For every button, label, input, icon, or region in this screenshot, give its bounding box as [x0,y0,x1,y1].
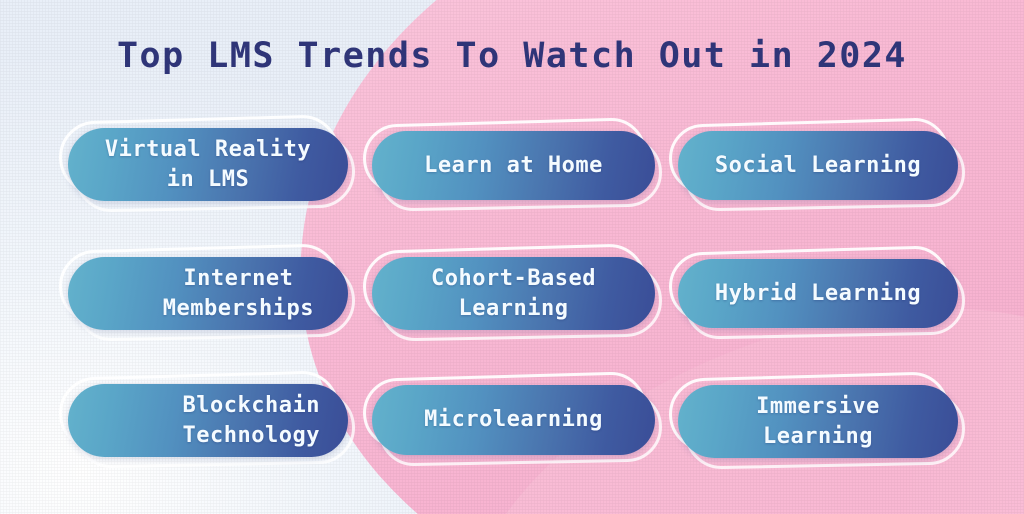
pill-body[interactable]: Cohort-Based Learning [372,257,655,330]
pill-body[interactable]: Virtual Reality in LMS [68,128,348,201]
pill-body[interactable]: Immersive Learning [678,385,958,458]
trend-label: Virtual Reality in LMS [104,137,312,192]
trend-card-blockchain-technology[interactable]: Blockchain Technology [58,370,356,469]
trend-card-learn-at-home[interactable]: Learn at Home [362,117,663,212]
trend-label: Hybrid Learning [714,280,922,306]
infographic-canvas: Top LMS Trends To Watch Out in 2024 Virt… [0,0,1024,514]
trend-label: Blockchain Technology [182,393,320,448]
trend-card-cohort-based-learning[interactable]: Cohort-Based Learning [362,243,663,342]
trend-label: Microlearning [424,407,603,433]
trend-card-immersive-learning[interactable]: Immersive Learning [668,371,966,470]
trend-card-social-learning[interactable]: Social Learning [668,117,966,212]
trend-label: Social Learning [714,152,922,178]
trend-card-hybrid-learning[interactable]: Hybrid Learning [668,245,966,340]
trend-card-virtual-reality-in-lms[interactable]: Virtual Reality in LMS [58,114,356,213]
pill-body[interactable]: Microlearning [372,385,655,455]
pill-body[interactable]: Social Learning [678,131,958,200]
trend-card-internet-memberships[interactable]: Internet Memberships [58,243,356,342]
pill-body[interactable]: Hybrid Learning [678,259,958,328]
pill-body[interactable]: Learn at Home [372,131,655,200]
pill-body[interactable]: Internet Memberships [68,257,348,330]
trend-label: Cohort-Based Learning [431,266,596,321]
pill-body[interactable]: Blockchain Technology [68,384,348,457]
trend-label: Learn at Home [424,152,603,178]
trends-grid: Virtual Reality in LMS Learn at Home Soc… [0,0,1024,514]
trend-card-microlearning[interactable]: Microlearning [362,371,663,467]
trend-label: Internet Memberships [162,266,314,321]
trend-label: Immersive Learning [756,394,880,449]
